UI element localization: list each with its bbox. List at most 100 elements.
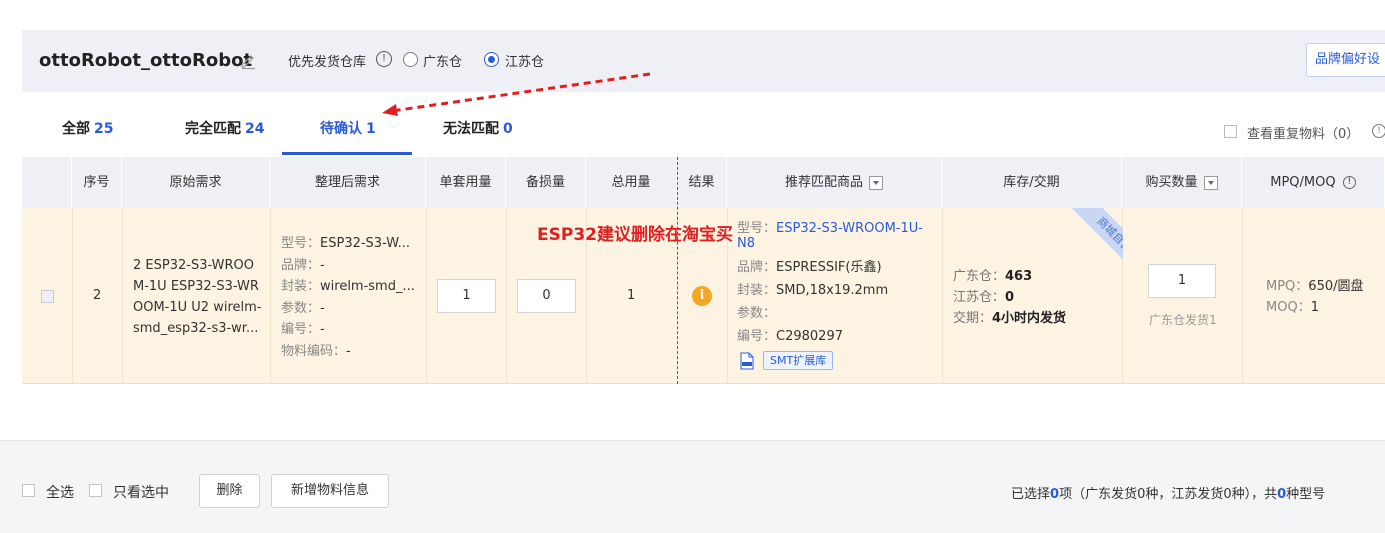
header-unit-qty: 单套用量 <box>426 157 506 208</box>
header-cleaned: 整理后需求 <box>270 157 426 208</box>
warning-info-icon[interactable]: i <box>692 286 712 306</box>
stock-gd-value: 463 <box>1005 269 1033 284</box>
column-divider <box>506 208 507 384</box>
tab-pending-count: 1 <box>366 121 376 137</box>
tab-all-count: 25 <box>94 121 114 137</box>
filter-dropdown-icon[interactable] <box>1203 175 1218 190</box>
total-qty: 1 <box>627 288 636 303</box>
summary-models: 0 <box>1277 487 1287 502</box>
project-header: ottoRobot_ottoRobot 优先发货仓库 ! 广东仓 江苏仓 品牌偏… <box>22 30 1385 92</box>
info-icon[interactable]: ! <box>376 51 392 67</box>
rec-model-key: 型号： <box>737 221 777 236</box>
recommend-model: 型号：ESP32-S3-WROOM-1U-N8 <box>737 221 937 251</box>
moq-key: MOQ： <box>1266 300 1311 315</box>
edit-icon[interactable] <box>239 52 257 70</box>
header-result: 结果 <box>677 157 727 208</box>
tab-exact-count: 24 <box>245 121 265 137</box>
buy-qty-input[interactable]: 1 <box>1148 264 1216 298</box>
tab-pending[interactable]: 待确认 1 <box>320 118 376 138</box>
add-material-button[interactable]: 新增物料信息 <box>271 474 389 508</box>
radio-guangdong[interactable] <box>403 52 418 67</box>
spec-param-value: - <box>320 300 325 316</box>
header-recommend-label: 推荐匹配商品 <box>784 175 863 190</box>
original-requirement: 2 ESP32-S3-WROOM-1U ESP32-S3-WROOM-1U U2… <box>133 258 262 336</box>
annotation-arrow <box>382 72 651 116</box>
summary-mid: 项（广东发货0种，江苏发货0种），共 <box>1059 487 1278 502</box>
mpq-info-icon[interactable]: ! <box>1342 176 1356 189</box>
rec-package-value: SMD,18x19.2mm <box>776 283 889 298</box>
mpq-value: 650/圆盘 <box>1308 279 1364 294</box>
spare-qty-input[interactable]: 0 <box>517 279 576 313</box>
only-selected-checkbox[interactable] <box>89 484 102 497</box>
mpq-info: MPQ：650/圆盘 MOQ：1 <box>1266 276 1364 318</box>
row-checkbox[interactable] <box>41 290 54 303</box>
delete-button[interactable]: 删除 <box>199 474 260 508</box>
self-operated-ribbon: 商城自营 <box>1050 208 1123 270</box>
spec-code-value: - <box>320 322 325 337</box>
column-divider <box>1242 208 1243 384</box>
project-title: ottoRobot_ottoRobot <box>39 50 253 71</box>
tab-nomatch-label: 无法匹配 <box>443 121 499 137</box>
buy-qty-shipping: 广东仓发货1 <box>1149 313 1217 327</box>
only-selected-label[interactable]: 只看选中 <box>113 482 169 502</box>
header-buy-qty: 购买数量 <box>1122 157 1242 208</box>
header-mpq-label: MPQ/MOQ <box>1270 175 1336 190</box>
brand-preference-button[interactable]: 品牌偏好设 <box>1306 43 1385 77</box>
header-total-qty: 总用量 <box>586 157 677 208</box>
spec-brand-key: 品牌： <box>281 257 321 273</box>
cleaned-requirement: 型号：ESP32-S3-W... 品牌：- 封装：wirelm-smd_... … <box>281 233 421 362</box>
show-duplicates-label[interactable]: 查看重复物料（0） <box>1247 123 1359 142</box>
tab-exact-match[interactable]: 完全匹配 24 <box>185 118 264 138</box>
header-select <box>22 157 72 208</box>
footer-bar: 全选 只看选中 删除 新增物料信息 已选择0项（广东发货0种，江苏发货0种），共… <box>0 440 1385 533</box>
header-buy-qty-label: 购买数量 <box>1145 175 1198 190</box>
lead-time-value: 4小时内发货 <box>992 311 1067 326</box>
result-column-guide <box>677 157 678 384</box>
ribbon-label: 商城自营 <box>1070 208 1123 270</box>
tab-exact-label: 完全匹配 <box>185 121 241 137</box>
header-mpq: MPQ/MOQ ! <box>1242 157 1385 208</box>
smt-library-tag[interactable]: SMT扩展库 <box>763 351 834 370</box>
select-all-label[interactable]: 全选 <box>46 482 74 502</box>
pdf-icon[interactable] <box>739 352 755 370</box>
warehouse-label: 优先发货仓库 <box>288 55 367 70</box>
rec-package-key: 封装： <box>737 283 777 298</box>
spec-material-value: - <box>346 343 351 359</box>
spec-param-key: 参数： <box>281 300 321 316</box>
rec-brand-value: ESPRESSIF(乐鑫) <box>776 260 882 275</box>
filter-dropdown-icon[interactable] <box>869 175 883 190</box>
table-header: 序号 原始需求 整理后需求 单套用量 备损量 总用量 结果 推荐匹配商品 库存/… <box>22 157 1385 208</box>
tab-nomatch-count: 0 <box>503 121 513 137</box>
summary-prefix: 已选择 <box>1011 487 1051 502</box>
spec-material-key: 物料编码： <box>281 343 347 359</box>
row-index: 2 <box>93 288 102 303</box>
column-divider <box>122 208 123 384</box>
stock-gd-key: 广东仓： <box>953 269 1006 284</box>
duplicates-info-icon[interactable]: ! <box>1372 124 1385 138</box>
annotation-note: ESP32建议删除在淘宝买 <box>537 225 733 245</box>
spec-package-key: 封装： <box>281 279 321 294</box>
radio-jiangsu[interactable] <box>484 52 499 67</box>
spec-model-value: ESP32-S3-W... <box>320 236 410 251</box>
rec-code-key: 编号： <box>737 329 777 344</box>
header-index: 序号 <box>72 157 122 208</box>
summary-count: 0 <box>1050 487 1060 502</box>
show-duplicates-checkbox[interactable] <box>1224 125 1237 138</box>
column-divider <box>942 208 943 384</box>
unit-qty-input[interactable]: 1 <box>437 279 496 313</box>
header-stock: 库存/交期 <box>942 157 1122 208</box>
selection-summary: 已选择0项（广东发货0种，江苏发货0种），共0种型号 <box>1011 483 1325 502</box>
tab-no-match[interactable]: 无法匹配 0 <box>443 118 513 138</box>
header-original: 原始需求 <box>122 157 270 208</box>
tab-all[interactable]: 全部 25 <box>62 118 113 138</box>
column-divider <box>426 208 427 384</box>
select-all-checkbox[interactable] <box>22 484 35 497</box>
stock-js-value: 0 <box>1005 290 1015 305</box>
column-divider <box>270 208 271 384</box>
mpq-key: MPQ： <box>1266 279 1309 294</box>
tab-all-label: 全部 <box>62 121 90 137</box>
summary-suffix: 种型号 <box>1286 487 1326 502</box>
lead-time-key: 交期： <box>953 311 993 326</box>
active-tab-indicator <box>282 152 412 155</box>
moq-value: 1 <box>1310 300 1319 315</box>
